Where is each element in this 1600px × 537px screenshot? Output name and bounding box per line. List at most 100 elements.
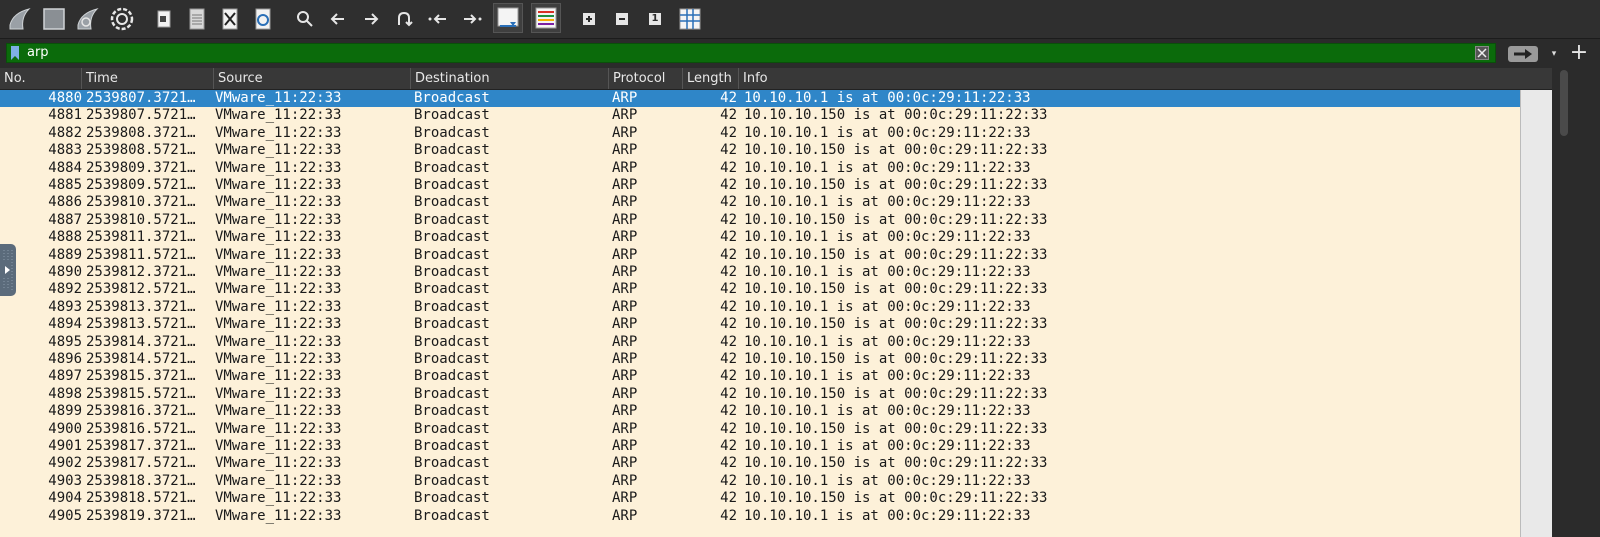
find-packet-button[interactable] — [291, 5, 319, 33]
close-file-button[interactable] — [216, 5, 244, 33]
cell-source: VMware_11:22:33 — [215, 194, 342, 211]
display-filter-input[interactable] — [27, 44, 1447, 62]
cell-protocol: ARP — [612, 211, 638, 228]
cell-no: 4894 — [48, 316, 82, 333]
capture-options-button[interactable] — [108, 5, 136, 33]
clear-filter-button[interactable] — [1475, 46, 1489, 60]
filter-history-dropdown[interactable]: ▾ — [1548, 47, 1560, 61]
packet-row[interactable]: 4888 2539811.3721… VMware_11:22:33 Broadcas… — [0, 229, 1520, 246]
first-packet-button[interactable] — [424, 5, 452, 33]
cell-time: 2539808.3721… — [86, 124, 196, 141]
packet-row[interactable]: 4897 2539815.3721… VMware_11:22:33 Broadcas… — [0, 368, 1520, 385]
cell-source: VMware_11:22:33 — [215, 316, 342, 333]
packet-row[interactable]: 4903 2539818.3721… VMware_11:22:33 Broadcas… — [0, 473, 1520, 490]
packet-row[interactable]: 4905 2539819.3721… VMware_11:22:33 Broadcas… — [0, 508, 1520, 525]
add-filter-button-plus[interactable]: + — [1568, 42, 1590, 64]
go-back-button[interactable] — [324, 5, 352, 33]
packet-row[interactable]: 4896 2539814.5721… VMware_11:22:33 Broadcas… — [0, 351, 1520, 368]
resize-columns-button[interactable] — [676, 5, 704, 33]
packet-row[interactable]: 4892 2539812.5721… VMware_11:22:33 Broadcas… — [0, 281, 1520, 298]
packet-row[interactable]: 4883 2539808.5721… VMware_11:22:33 Broadcas… — [0, 142, 1520, 159]
column-header-no[interactable]: No. — [0, 68, 82, 89]
column-header-source[interactable]: Source — [214, 68, 411, 89]
packet-row[interactable]: 4880 2539807.3721… VMware_11:22:33 Broadcas… — [0, 90, 1520, 108]
packet-row[interactable]: 4899 2539816.3721… VMware_11:22:33 Broadcas… — [0, 403, 1520, 420]
cell-source: VMware_11:22:33 — [215, 246, 342, 263]
cell-info: 10.10.10.150 is at 00:0c:29:11:22:33 — [744, 107, 1048, 124]
cell-protocol: ARP — [612, 159, 638, 176]
side-panel-handle[interactable] — [0, 244, 16, 296]
arrow-right-icon — [1514, 49, 1532, 59]
column-header-time[interactable]: Time — [82, 68, 214, 89]
last-packet-button[interactable] — [458, 5, 486, 33]
cell-length: 42 — [720, 281, 737, 298]
cell-info: 10.10.10.150 is at 00:0c:29:11:22:33 — [744, 490, 1048, 507]
start-capture-button[interactable] — [6, 5, 34, 33]
packet-row[interactable]: 4881 2539807.5721… VMware_11:22:33 Broadcas… — [0, 107, 1520, 124]
restart-capture-button[interactable] — [74, 5, 102, 33]
packet-row[interactable]: 4889 2539811.5721… VMware_11:22:33 Broadcas… — [0, 247, 1520, 264]
cell-protocol: ARP — [612, 107, 638, 124]
cell-time: 2539818.3721… — [86, 472, 196, 489]
packet-row[interactable]: 4884 2539809.3721… VMware_11:22:33 Broadcas… — [0, 160, 1520, 177]
scrollbar-track[interactable] — [1552, 68, 1600, 537]
packet-row[interactable]: 4885 2539809.5721… VMware_11:22:33 Broadcas… — [0, 177, 1520, 194]
plus-icon: + — [1569, 40, 1589, 65]
apply-filter-button[interactable] — [1508, 46, 1538, 62]
zoom-out-button[interactable] — [608, 5, 636, 33]
zoom-in-icon — [583, 13, 595, 25]
column-header-destination[interactable]: Destination — [411, 68, 609, 89]
cell-protocol: ARP — [612, 281, 638, 298]
colorize-icon — [535, 7, 557, 29]
cell-destination: Broadcast — [414, 472, 490, 489]
normal-size-icon: 1 — [649, 13, 661, 25]
auto-scroll-button[interactable] — [493, 3, 523, 33]
cell-info: 10.10.10.1 is at 00:0c:29:11:22:33 — [744, 333, 1031, 350]
cell-info: 10.10.10.1 is at 00:0c:29:11:22:33 — [744, 194, 1031, 211]
packet-row[interactable]: 4890 2539812.3721… VMware_11:22:33 Broadcas… — [0, 264, 1520, 281]
stop-capture-button[interactable] — [40, 5, 68, 33]
cell-destination: Broadcast — [414, 351, 490, 367]
cell-destination: Broadcast — [414, 420, 490, 437]
cell-time: 2539808.5721… — [86, 142, 196, 159]
zoom-in-button[interactable] — [575, 5, 603, 33]
cell-source: VMware_11:22:33 — [215, 229, 342, 246]
go-to-packet-button[interactable] — [390, 5, 418, 33]
main-toolbar: 1 — [0, 0, 1600, 39]
packet-row[interactable]: 4901 2539817.3721… VMware_11:22:33 Broadcas… — [0, 438, 1520, 455]
open-file-button[interactable] — [150, 5, 178, 33]
shark-fin-icon — [9, 8, 31, 30]
column-header-length[interactable]: Length — [683, 68, 739, 89]
save-file-button[interactable] — [183, 5, 211, 33]
colorize-button[interactable] — [531, 3, 561, 33]
packet-row[interactable]: 4900 2539816.5721… VMware_11:22:33 Broadcas… — [0, 421, 1520, 438]
cell-destination: Broadcast — [414, 507, 490, 524]
cell-destination: Broadcast — [414, 194, 490, 211]
normal-size-button[interactable]: 1 — [641, 5, 669, 33]
cell-info: 10.10.10.1 is at 00:0c:29:11:22:33 — [744, 298, 1031, 315]
packet-row[interactable]: 4904 2539818.5721… VMware_11:22:33 Broadcas… — [0, 490, 1520, 507]
cell-info: 10.10.10.1 is at 00:0c:29:11:22:33 — [744, 403, 1031, 420]
packet-minimap-scrollbar[interactable] — [1520, 90, 1552, 537]
packet-row[interactable]: 4893 2539813.3721… VMware_11:22:33 Broadcas… — [0, 299, 1520, 316]
packet-row[interactable]: 4898 2539815.5721… VMware_11:22:33 Broadcas… — [0, 386, 1520, 403]
cell-protocol: ARP — [612, 403, 638, 420]
bookmark-icon[interactable] — [11, 46, 19, 60]
cell-source: VMware_11:22:33 — [215, 90, 342, 106]
scrollbar-thumb[interactable] — [1560, 70, 1568, 136]
packet-row[interactable]: 4887 2539810.5721… VMware_11:22:33 Broadcas… — [0, 212, 1520, 229]
cell-destination: Broadcast — [414, 455, 490, 472]
cell-time: 2539811.5721… — [86, 246, 196, 263]
reload-file-button[interactable] — [249, 5, 277, 33]
cell-length: 42 — [720, 351, 737, 367]
packet-row[interactable]: 4902 2539817.5721… VMware_11:22:33 Broadcas… — [0, 455, 1520, 472]
column-header-protocol[interactable]: Protocol — [609, 68, 683, 89]
go-forward-button[interactable] — [357, 5, 385, 33]
cell-no: 4904 — [48, 490, 82, 507]
cell-protocol: ARP — [612, 368, 638, 385]
packet-row[interactable]: 4882 2539808.3721… VMware_11:22:33 Broadcas… — [0, 125, 1520, 142]
packet-row[interactable]: 4895 2539814.3721… VMware_11:22:33 Broadcas… — [0, 334, 1520, 351]
column-header-info[interactable]: Info — [739, 68, 1552, 89]
packet-row[interactable]: 4886 2539810.3721… VMware_11:22:33 Broadcas… — [0, 194, 1520, 211]
packet-row[interactable]: 4894 2539813.5721… VMware_11:22:33 Broadcas… — [0, 316, 1520, 333]
